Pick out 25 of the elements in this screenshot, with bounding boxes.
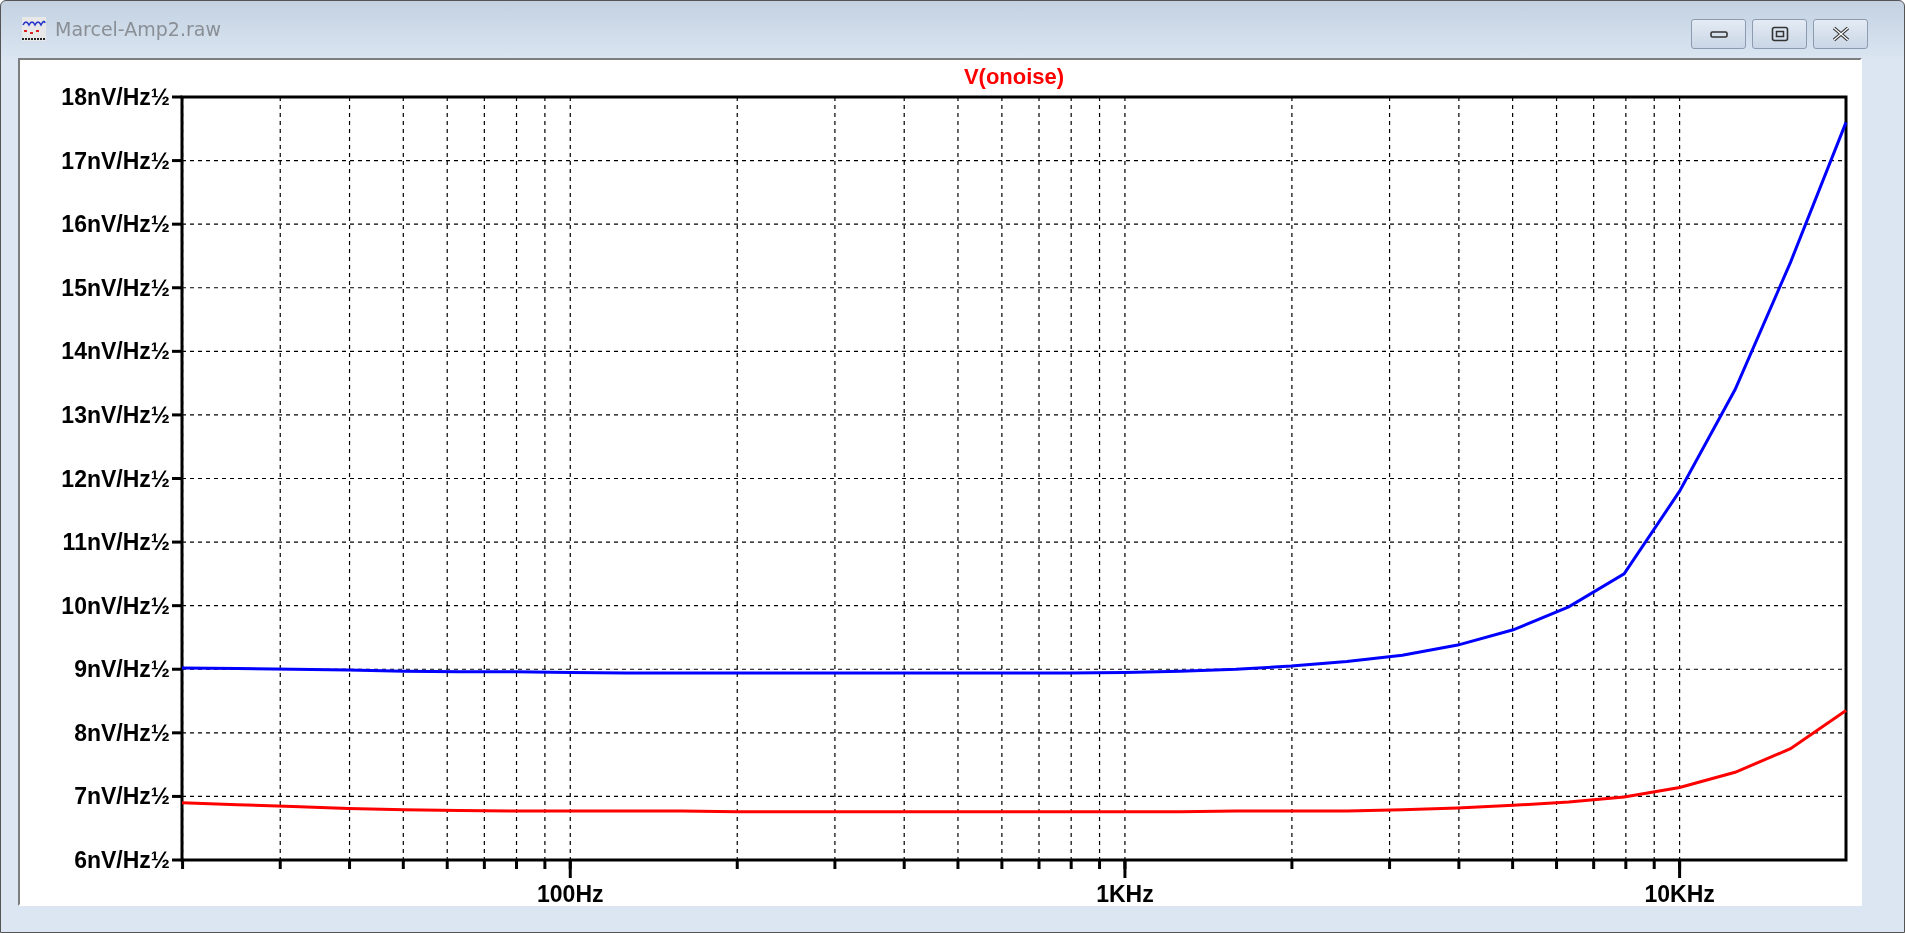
- y-axis-label: 7nV/Hz½: [74, 783, 170, 810]
- trace-name[interactable]: V(onoise): [963, 63, 1065, 89]
- x-axis-label: 100Hz: [537, 880, 604, 904]
- minimize-icon: [1708, 29, 1729, 40]
- close-icon: [1830, 26, 1851, 43]
- y-axis-label: 9nV/Hz½: [74, 656, 170, 683]
- y-axis-label: 18nV/Hz½: [61, 83, 170, 110]
- y-axis-label: 17nV/Hz½: [61, 147, 170, 174]
- y-axis-label: 10nV/Hz½: [61, 592, 170, 619]
- y-axis-label: 14nV/Hz½: [61, 338, 170, 365]
- y-axis-label: 12nV/Hz½: [61, 465, 170, 492]
- maximize-button[interactable]: [1752, 19, 1807, 50]
- y-axis-label: 16nV/Hz½: [61, 211, 170, 237]
- x-axis-label: 10KHz: [1644, 880, 1715, 904]
- x-axis-label: 1KHz: [1096, 880, 1154, 904]
- close-button[interactable]: [1813, 19, 1868, 50]
- y-axis-label: 11nV/Hz½: [62, 528, 170, 555]
- minimize-button[interactable]: [1691, 19, 1746, 50]
- restore-icon: [1770, 26, 1789, 43]
- y-axis-label: 13nV/Hz½: [61, 401, 170, 428]
- waveform-icon: [21, 16, 47, 43]
- y-axis-label: 8nV/Hz½: [74, 719, 170, 746]
- window-title: Marcel-Amp2.raw: [55, 18, 221, 41]
- y-axis-label: 6nV/Hz½: [74, 846, 170, 873]
- y-axis-label: 15nV/Hz½: [61, 274, 170, 301]
